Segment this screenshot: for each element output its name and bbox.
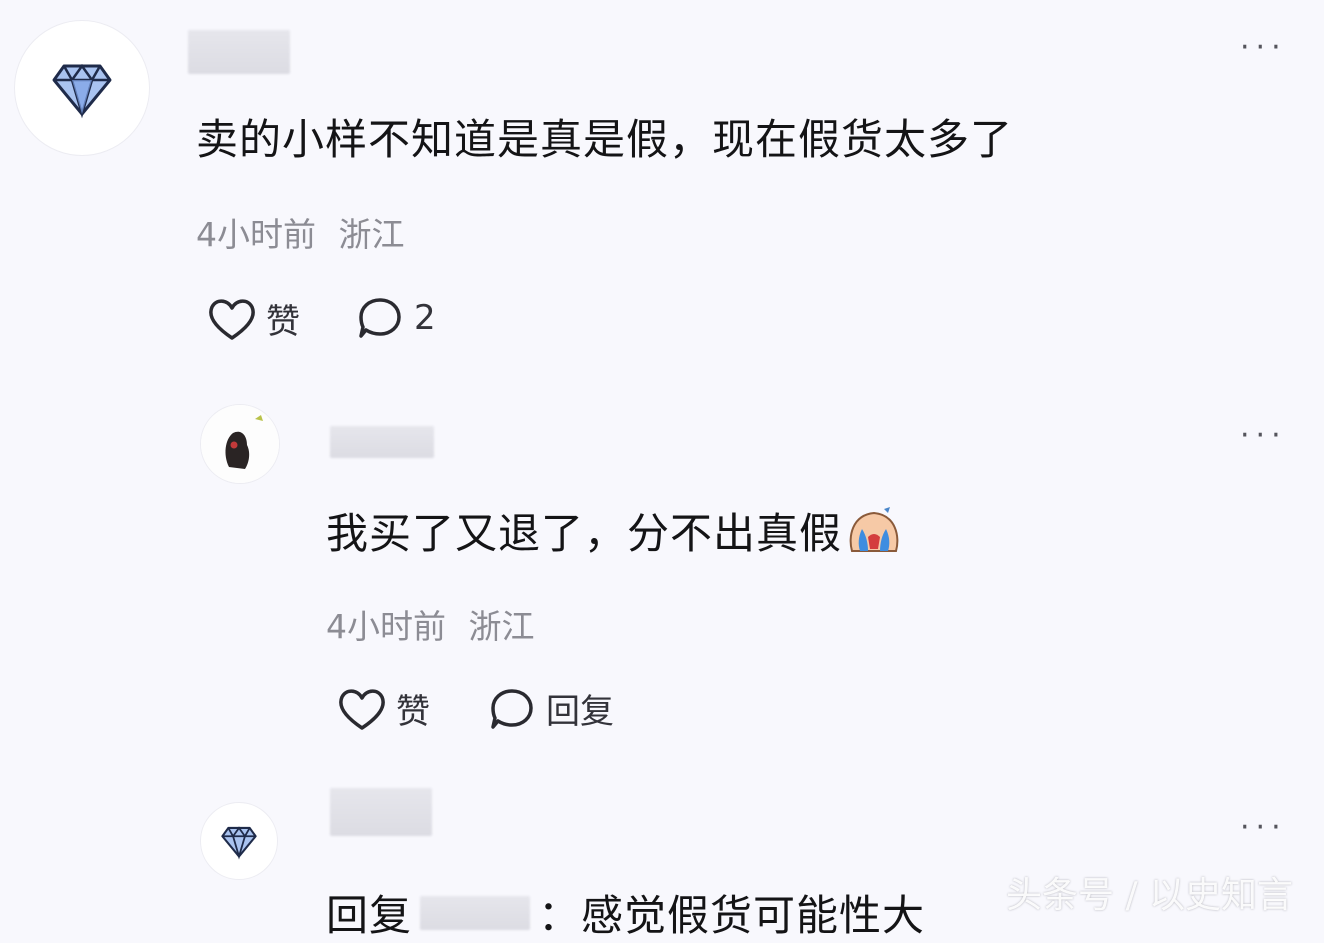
comment-time: 4小时前 — [196, 215, 316, 254]
reply-location: 浙江 — [468, 607, 535, 646]
like-label: 赞 — [396, 692, 430, 732]
like-button[interactable]: 赞 — [336, 684, 430, 733]
like-button[interactable]: 赞 — [206, 294, 300, 343]
heart-icon — [339, 688, 385, 730]
reply-count-button[interactable]: 2 — [356, 294, 436, 342]
watermark: 头条号 / 以史知言 — [1006, 875, 1294, 916]
user-avatar[interactable] — [14, 20, 150, 156]
crying-emoji-icon — [849, 506, 899, 552]
comment-text: 卖的小样不知道是真是假，现在假货太多了 — [196, 115, 1014, 164]
avatar-image — [201, 405, 279, 483]
like-label: 赞 — [266, 302, 300, 342]
comment-meta: 4小时前 浙江 — [196, 208, 405, 256]
comment-location: 浙江 — [338, 215, 405, 254]
reply-text: 我买了又退了，分不出真假 — [326, 500, 904, 561]
reply-label: 回复 — [546, 692, 614, 732]
reply-prefix: 回复 — [326, 891, 413, 940]
diamond-icon — [221, 826, 257, 860]
diamond-icon — [52, 63, 112, 119]
comment-bubble-icon — [359, 298, 401, 338]
reply-user-avatar[interactable] — [200, 404, 280, 484]
username-redacted[interactable] — [330, 426, 434, 458]
more-options-icon[interactable]: ··· — [1240, 418, 1287, 453]
more-options-icon[interactable]: ··· — [1240, 30, 1287, 65]
reply-user-avatar[interactable] — [200, 802, 278, 880]
reply-time: 4小时前 — [326, 607, 446, 646]
reply-text-content: ：感觉假货可能性大 — [538, 891, 926, 940]
reply-text: 回复 ：感觉假货可能性大 — [326, 882, 925, 943]
reply-text-content: 我买了又退了，分不出真假 — [326, 509, 843, 558]
username-redacted[interactable] — [330, 788, 432, 836]
mentioned-user-redacted[interactable] — [420, 895, 531, 930]
heart-icon — [209, 298, 255, 340]
more-options-icon[interactable]: ··· — [1240, 810, 1287, 845]
reply-count: 2 — [414, 298, 436, 338]
username-redacted[interactable] — [188, 30, 290, 74]
reply-meta: 4小时前 浙江 — [326, 600, 535, 648]
comment-bubble-icon — [491, 688, 533, 729]
reply-button[interactable]: 回复 — [488, 684, 614, 733]
